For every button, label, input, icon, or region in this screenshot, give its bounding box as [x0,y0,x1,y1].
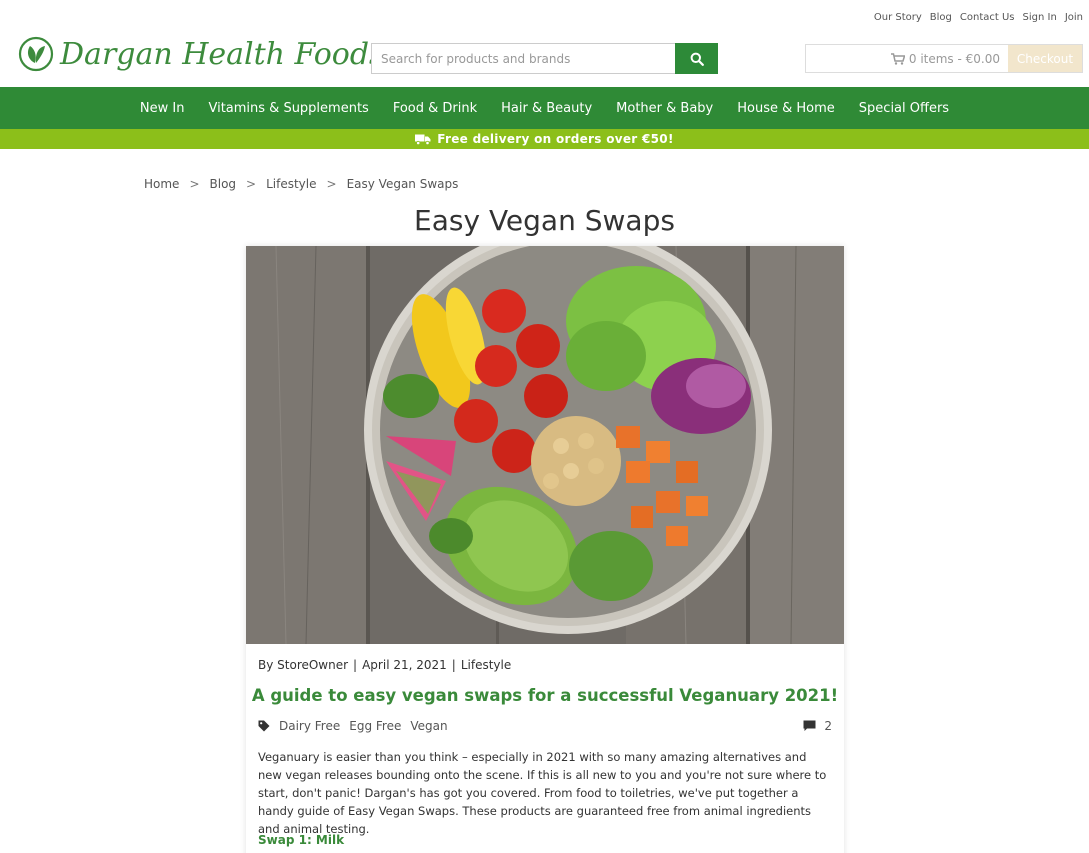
truck-icon [415,134,431,145]
leaf-logo-icon [18,36,54,72]
cart-widget: 0 items - €0.00 Checkout [805,44,1083,73]
blog-post-card: By StoreOwner | April 21, 2021 | Lifesty… [246,246,844,853]
breadcrumb-separator: > [326,177,337,191]
site-logo[interactable]: Dargan Health Foods [18,36,384,72]
breadcrumb-separator: > [246,177,257,191]
top-utility-links: Our Story Blog Contact Us Sign In Join [874,12,1083,23]
tag-egg-free[interactable]: Egg Free [349,719,401,733]
search-icon [690,52,704,66]
cart-icon [890,52,905,65]
our-story-link[interactable]: Our Story [874,12,922,23]
page-title: Easy Vegan Swaps [414,204,675,237]
cart-summary-text: 0 items - €0.00 [908,51,1000,66]
post-category-link[interactable]: Lifestyle [461,658,511,672]
post-title: A guide to easy vegan swaps for a succes… [251,686,839,705]
search-input[interactable] [371,43,675,74]
salad-bowl-illustration [246,246,844,644]
comment-icon [803,720,816,731]
meta-separator: | [353,658,358,672]
comments-count-text: 2 [824,719,832,733]
breadcrumb-lifestyle[interactable]: Lifestyle [266,177,316,191]
promo-text: Free delivery on orders over €50! [437,132,674,146]
post-meta: By StoreOwner | April 21, 2021 | Lifesty… [258,658,511,672]
post-subheading: Swap 1: Milk [258,833,345,847]
breadcrumb-home[interactable]: Home [144,177,179,191]
nav-item-food-drink[interactable]: Food & Drink [381,101,489,116]
nav-item-new-in[interactable]: New In [128,101,197,116]
nav-item-special-offers[interactable]: Special Offers [847,101,961,116]
nav-item-house-home[interactable]: House & Home [725,101,847,116]
blog-link[interactable]: Blog [930,12,952,23]
meta-separator: | [451,658,456,672]
breadcrumb-blog[interactable]: Blog [210,177,237,191]
tag-dairy-free[interactable]: Dairy Free [279,719,340,733]
breadcrumb-separator: > [189,177,200,191]
post-body: Veganuary is easier than you think – esp… [258,750,827,836]
post-date: April 21, 2021 [362,658,447,672]
comments-count[interactable]: 2 [803,719,832,733]
contact-us-link[interactable]: Contact Us [960,12,1015,23]
brand-name: Dargan Health Foods [60,36,385,72]
breadcrumb: Home > Blog > Lifestyle > Easy Vegan Swa… [144,177,458,191]
tag-vegan[interactable]: Vegan [410,719,447,733]
nav-item-vitamins-supplements[interactable]: Vitamins & Supplements [196,101,380,116]
nav-item-hair-beauty[interactable]: Hair & Beauty [489,101,604,116]
breadcrumb-current: Easy Vegan Swaps [346,177,459,191]
join-link[interactable]: Join [1065,12,1083,23]
nav-item-mother-baby[interactable]: Mother & Baby [604,101,725,116]
tag-icon [258,720,270,732]
hero-image-salad-bowl [246,246,844,644]
cart-summary[interactable]: 0 items - €0.00 [806,45,1008,72]
sign-in-link[interactable]: Sign In [1023,12,1057,23]
checkout-button[interactable]: Checkout [1008,45,1082,72]
post-tags: Dairy Free Egg Free Vegan [258,719,448,733]
post-author: By StoreOwner [258,658,349,672]
main-nav: New In Vitamins & Supplements Food & Dri… [0,87,1089,129]
search-bar [371,43,718,74]
search-button[interactable] [675,43,718,74]
free-delivery-banner: Free delivery on orders over €50! [0,129,1089,149]
